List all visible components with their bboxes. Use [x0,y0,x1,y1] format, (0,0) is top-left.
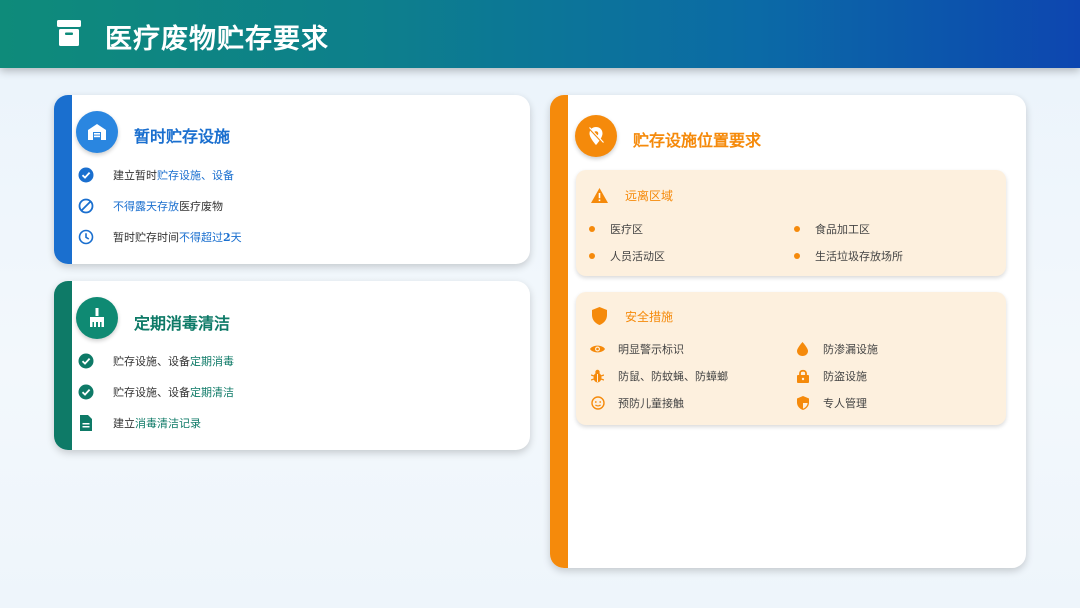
item-label: 生活垃圾存放场所 [815,250,903,263]
bug-icon [590,369,605,384]
list-item: 暂时贮存时间不得超过2天 [78,229,242,245]
row-highlight: 定期清洁 [190,386,234,399]
item-label: 专人管理 [823,397,867,410]
list-item: 明显警示标识 [590,341,684,357]
clock-icon [78,229,94,245]
card-title: 定期消毒清洁 [134,314,231,333]
prohibited-icon [78,198,94,214]
warehouse-icon [76,111,118,153]
row-number: 2 [223,231,231,244]
row-highlight: 贮存设施、设备 [157,169,234,182]
lock-icon [795,369,810,384]
list-item: 贮存设施、设备定期清洁 [78,384,234,400]
panel-header: 远离区域 [590,186,673,204]
list-item: 不得露天存放医疗废物 [78,198,223,214]
check-circle-icon [78,167,94,183]
panel-title: 远离区域 [625,188,674,203]
item-label: 预防儿童接触 [618,397,684,410]
row-text: 建立 [113,417,135,430]
list-item: 食品加工区 [794,221,870,237]
list-item: 防鼠、防蚊蝇、防蟑螂 [590,368,728,384]
row-highlight: 定期消毒 [190,355,234,368]
bullet-dot [589,226,595,232]
document-icon [78,415,94,431]
card-title: 暂时贮存设施 [134,127,231,146]
item-label: 防盗设施 [823,370,867,383]
row-text: 暂时贮存时间 [113,231,179,244]
location-requirements-card: 贮存设施位置要求 远离区域 医疗区 食品加工区 人员活动区 生活垃圾存放场所 安… [550,95,1026,568]
row-highlight: 不得超过 [179,231,223,244]
list-item: 生活垃圾存放场所 [794,248,903,264]
row-highlight: 消毒清洁记录 [135,417,201,430]
list-item: 预防儿童接触 [590,395,684,411]
list-item: 医疗区 [589,221,643,237]
keep-away-panel: 远离区域 医疗区 食品加工区 人员活动区 生活垃圾存放场所 [576,170,1006,276]
header-bar: 医疗废物贮存要求 [0,0,1080,68]
item-label: 人员活动区 [610,250,665,263]
panel-title: 安全措施 [625,309,674,324]
row-text: 建立暂时 [113,169,157,182]
row-text: 贮存设施、设备 [113,355,190,368]
page-title: 医疗废物贮存要求 [105,24,329,55]
list-item: 建立暂时贮存设施、设备 [78,167,234,183]
bullet-dot [794,226,800,232]
check-circle-icon [78,353,94,369]
item-label: 防渗漏设施 [823,343,878,356]
card-title: 贮存设施位置要求 [633,131,762,150]
location-off-icon [575,115,617,157]
list-item: 人员活动区 [589,248,665,264]
disinfection-card: 定期消毒清洁 贮存设施、设备定期消毒 贮存设施、设备定期清洁 建立消毒清洁记录 [54,281,530,450]
panel-header: 安全措施 [590,307,673,325]
row-text: 贮存设施、设备 [113,386,190,399]
card-accent-bar [550,95,568,568]
eye-icon [590,342,605,357]
row-text: 医疗废物 [179,200,223,213]
safety-measures-panel: 安全措施 明显警示标识 防渗漏设施 防鼠、防蚊蝇、防蟑螂 防盗设施 预防儿童接触… [576,292,1006,425]
item-label: 医疗区 [610,223,643,236]
bullet-dot [589,253,595,259]
row-unit: 天 [230,231,242,244]
item-label: 防鼠、防蚊蝇、防蟑螂 [618,370,728,383]
archive-icon [57,20,81,46]
temporary-storage-card: 暂时贮存设施 建立暂时贮存设施、设备 不得露天存放医疗废物 暂时贮存时间不得超过… [54,95,530,264]
list-item: 专人管理 [795,395,867,411]
check-circle-icon [78,384,94,400]
child-icon [590,396,605,411]
list-item: 贮存设施、设备定期消毒 [78,353,234,369]
list-item: 建立消毒清洁记录 [78,415,201,431]
item-label: 食品加工区 [815,223,870,236]
item-label: 明显警示标识 [618,343,684,356]
shield-icon [590,307,608,325]
card-accent-bar [54,281,72,450]
card-accent-bar [54,95,72,264]
bullet-dot [794,253,800,259]
row-highlight: 不得露天存放 [113,200,179,213]
drop-icon [795,342,810,357]
warning-icon [590,186,608,204]
list-item: 防渗漏设施 [795,341,878,357]
broom-icon [76,297,118,339]
security-badge-icon [795,396,810,411]
list-item: 防盗设施 [795,368,867,384]
